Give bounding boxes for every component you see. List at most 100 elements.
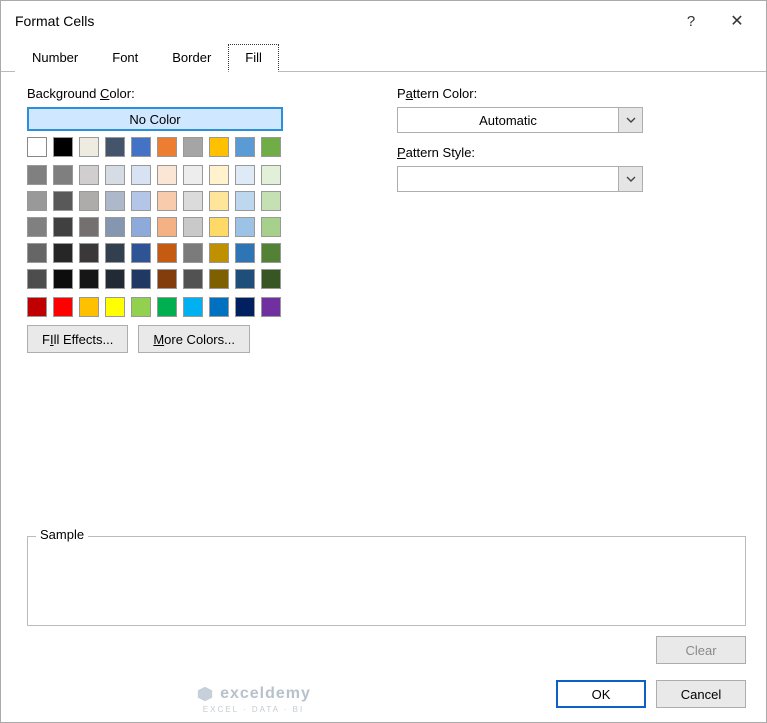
color-swatch[interactable] [27, 269, 47, 289]
close-button[interactable]: ✕ [714, 6, 760, 36]
color-swatch[interactable] [131, 217, 151, 237]
pattern-style-combo[interactable] [397, 166, 643, 192]
color-swatch[interactable] [105, 297, 125, 317]
color-swatch[interactable] [209, 165, 229, 185]
color-swatch[interactable] [261, 243, 281, 263]
color-swatch[interactable] [183, 137, 203, 157]
color-swatch[interactable] [131, 137, 151, 157]
color-swatch[interactable] [235, 243, 255, 263]
color-swatch[interactable] [209, 191, 229, 211]
chevron-down-icon [618, 167, 642, 191]
dialog-title: Format Cells [15, 13, 668, 29]
color-swatch[interactable] [53, 243, 73, 263]
color-swatch[interactable] [183, 243, 203, 263]
color-swatch[interactable] [131, 269, 151, 289]
color-swatch[interactable] [209, 137, 229, 157]
tab-font[interactable]: Font [95, 44, 155, 72]
tab-fill[interactable]: Fill [228, 44, 279, 72]
color-swatch[interactable] [53, 191, 73, 211]
color-swatch[interactable] [235, 191, 255, 211]
color-swatch[interactable] [157, 243, 177, 263]
fill-panel: Background Color: No Color FIll Effects.… [1, 72, 766, 672]
help-button[interactable]: ? [668, 6, 714, 36]
color-swatch[interactable] [105, 269, 125, 289]
color-swatch[interactable] [79, 137, 99, 157]
sample-group: Sample Clear [27, 498, 746, 664]
color-swatch[interactable] [131, 243, 151, 263]
color-swatch[interactable] [105, 191, 125, 211]
color-swatch[interactable] [27, 243, 47, 263]
format-cells-dialog: Format Cells ? ✕ Number Font Border Fill… [0, 0, 767, 723]
tabs: Number Font Border Fill [1, 41, 766, 72]
color-swatch[interactable] [79, 269, 99, 289]
color-swatch[interactable] [157, 269, 177, 289]
color-swatch[interactable] [235, 137, 255, 157]
fill-effects-button[interactable]: FIll Effects... [27, 325, 128, 353]
color-swatch[interactable] [27, 191, 47, 211]
color-swatch[interactable] [105, 137, 125, 157]
color-swatch[interactable] [53, 137, 73, 157]
watermark: exceldemy EXCEL · DATA · BI [0, 685, 516, 703]
color-swatch[interactable] [209, 243, 229, 263]
color-swatch[interactable] [235, 165, 255, 185]
color-swatch[interactable] [183, 191, 203, 211]
color-swatch[interactable] [105, 243, 125, 263]
color-swatch[interactable] [235, 217, 255, 237]
color-swatch[interactable] [27, 217, 47, 237]
color-swatch[interactable] [157, 165, 177, 185]
color-swatch[interactable] [261, 191, 281, 211]
color-swatch[interactable] [209, 269, 229, 289]
color-swatch[interactable] [183, 217, 203, 237]
color-swatch[interactable] [235, 297, 255, 317]
color-swatch[interactable] [131, 191, 151, 211]
color-swatch[interactable] [79, 217, 99, 237]
color-swatch[interactable] [79, 297, 99, 317]
clear-button[interactable]: Clear [656, 636, 746, 664]
color-swatch[interactable] [157, 217, 177, 237]
color-swatch[interactable] [157, 297, 177, 317]
pattern-color-combo[interactable]: Automatic [397, 107, 643, 133]
color-swatch[interactable] [79, 165, 99, 185]
tab-number[interactable]: Number [15, 44, 95, 72]
theme-colors-top [27, 137, 289, 157]
tab-border[interactable]: Border [155, 44, 228, 72]
color-swatch[interactable] [183, 165, 203, 185]
color-swatch[interactable] [157, 137, 177, 157]
color-swatch[interactable] [79, 191, 99, 211]
color-swatch[interactable] [235, 269, 255, 289]
no-color-button[interactable]: No Color [27, 107, 283, 131]
color-swatch[interactable] [261, 297, 281, 317]
color-swatch[interactable] [157, 191, 177, 211]
color-swatch[interactable] [131, 165, 151, 185]
color-swatch[interactable] [183, 269, 203, 289]
ok-button[interactable]: OK [556, 680, 646, 708]
color-swatch[interactable] [261, 269, 281, 289]
color-swatch[interactable] [131, 297, 151, 317]
pattern-color-label: Pattern Color: [397, 86, 746, 101]
standard-colors [27, 297, 289, 317]
color-swatch[interactable] [53, 165, 73, 185]
color-swatch[interactable] [53, 217, 73, 237]
theme-colors-grid [27, 165, 289, 289]
color-swatch[interactable] [183, 297, 203, 317]
color-swatch[interactable] [209, 297, 229, 317]
sample-preview: Sample [27, 536, 746, 626]
color-swatch[interactable] [27, 165, 47, 185]
color-swatch[interactable] [53, 269, 73, 289]
titlebar: Format Cells ? ✕ [1, 1, 766, 41]
color-swatch[interactable] [209, 217, 229, 237]
color-swatch[interactable] [105, 217, 125, 237]
color-swatch[interactable] [27, 137, 47, 157]
color-swatch[interactable] [53, 297, 73, 317]
color-swatch[interactable] [261, 165, 281, 185]
more-colors-button[interactable]: More Colors... [138, 325, 250, 353]
color-swatch[interactable] [261, 217, 281, 237]
cancel-button[interactable]: Cancel [656, 680, 746, 708]
pattern-style-label: Pattern Style: [397, 145, 746, 160]
color-swatch[interactable] [27, 297, 47, 317]
color-swatch[interactable] [79, 243, 99, 263]
color-swatch[interactable] [261, 137, 281, 157]
sample-label: Sample [36, 527, 88, 542]
dialog-footer: exceldemy EXCEL · DATA · BI OK Cancel [1, 672, 766, 722]
color-swatch[interactable] [105, 165, 125, 185]
